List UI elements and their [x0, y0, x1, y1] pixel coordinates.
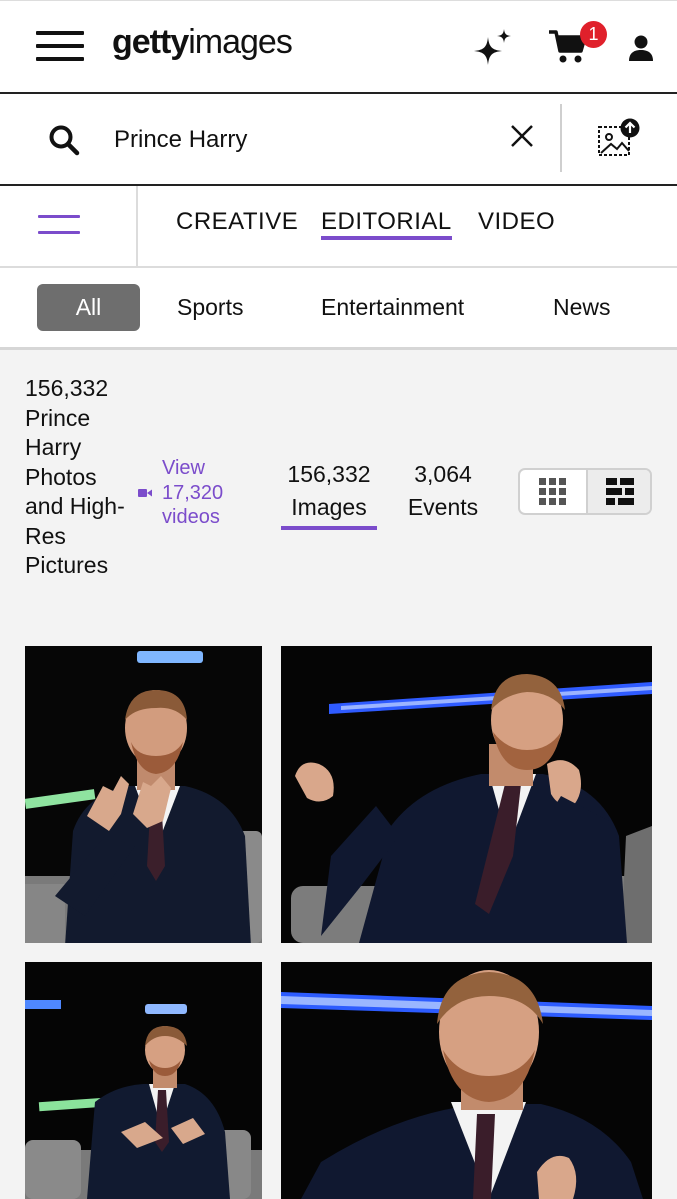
tab-video[interactable]: VIDEO: [478, 208, 555, 236]
view-mode-toggle: [518, 468, 652, 515]
images-count: 156,332: [287, 461, 371, 487]
chip-sports[interactable]: Sports: [177, 284, 243, 331]
grid-view-icon: [539, 478, 566, 505]
results-header: 156,332 Prince Harry Photos and High-Res…: [0, 350, 677, 640]
logo-light-text: images: [188, 23, 293, 61]
chip-entertainment[interactable]: Entertainment: [321, 284, 464, 331]
events-count: 3,064: [414, 461, 472, 487]
photo-harry-armchair: [25, 962, 262, 1199]
image-result-2[interactable]: [281, 646, 652, 943]
search-divider: [560, 104, 562, 172]
top-header: gettyimages 1: [0, 0, 677, 94]
images-count-tab[interactable]: 156,332 Images: [281, 458, 377, 530]
mosaic-view-icon: [606, 478, 634, 505]
results-title: 156,332 Prince Harry Photos and High-Res…: [25, 375, 125, 578]
photo-harry-gesturing: [25, 646, 262, 943]
clear-icon[interactable]: [508, 122, 536, 150]
view-videos-link[interactable]: View 17,320 videos: [138, 456, 248, 532]
video-camera-icon: [138, 489, 152, 497]
grid-view-button[interactable]: [520, 470, 586, 513]
search-input[interactable]: [114, 122, 494, 158]
image-result-3[interactable]: [25, 962, 262, 1199]
events-count-tab[interactable]: 3,064 Events: [404, 458, 482, 524]
user-icon[interactable]: [628, 34, 654, 62]
images-tab-underline: [281, 526, 377, 530]
cart-count-badge: 1: [580, 21, 607, 48]
filter-button[interactable]: [0, 186, 138, 266]
image-search-icon[interactable]: [596, 118, 642, 160]
images-label: Images: [291, 494, 367, 520]
getty-images-logo[interactable]: gettyimages: [112, 23, 293, 62]
tab-creative[interactable]: CREATIVE: [176, 208, 298, 236]
search-icon[interactable]: [48, 124, 80, 156]
view-videos-label: View 17,320 videos: [162, 457, 224, 528]
sparkle-icon[interactable]: [472, 27, 514, 69]
image-result-4[interactable]: [281, 962, 652, 1199]
menu-icon[interactable]: [36, 31, 84, 63]
mosaic-view-button[interactable]: [586, 470, 650, 513]
chip-news[interactable]: News: [553, 284, 611, 331]
photo-harry-closeup: [281, 962, 652, 1199]
logo-bold-text: getty: [112, 23, 189, 61]
search-bar: [0, 94, 677, 186]
category-chips: All Sports Entertainment News: [0, 268, 677, 350]
chip-all[interactable]: All: [37, 284, 140, 331]
image-result-1[interactable]: [25, 646, 262, 943]
photo-harry-speaking: [281, 646, 652, 943]
events-label: Events: [407, 494, 479, 520]
tab-editorial[interactable]: EDITORIAL: [321, 208, 452, 240]
content-type-tabs: CREATIVE EDITORIAL VIDEO: [0, 186, 677, 268]
